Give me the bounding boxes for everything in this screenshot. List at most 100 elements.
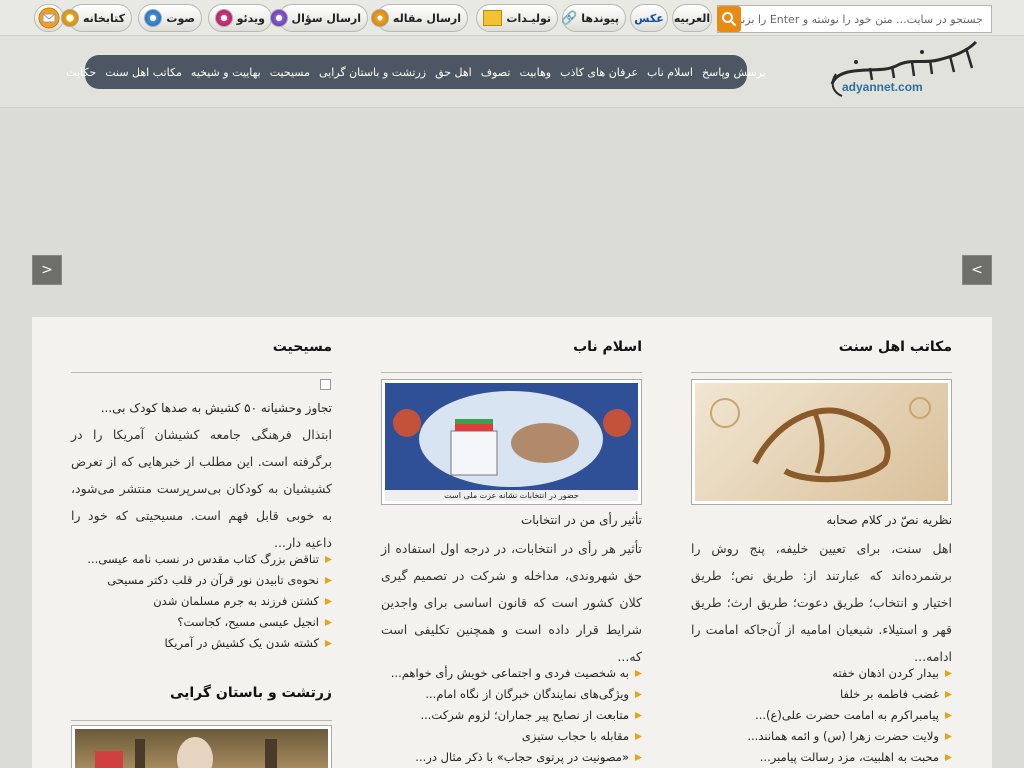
category-item[interactable]: پرسش وپاسخ xyxy=(702,66,766,79)
nav-arabic[interactable]: العربیه xyxy=(672,4,712,32)
calligraphy-image xyxy=(695,383,948,501)
column-title[interactable]: مسیحیت xyxy=(273,339,332,355)
ballot-box-icon xyxy=(385,383,638,501)
nav-send-article[interactable]: ارسال مقاله xyxy=(370,4,468,32)
nav-products[interactable]: تولیـدات xyxy=(476,4,558,32)
article-excerpt: ابتذال فرهنگی جامعه کشیشان آمریکا را در … xyxy=(71,427,332,550)
link-list: بیدار کردن اذهان خفته غضب فاطمه بر خلفا … xyxy=(691,663,952,768)
election-image: حضور در انتخابات نشانه عزت ملی است xyxy=(385,383,638,501)
column-pure-islam: اسلام ناب حضور در انتخابات نشانه عزت ملی… xyxy=(381,317,642,768)
column-title[interactable]: اسلام ناب xyxy=(573,339,642,355)
nav-video[interactable]: ویدئو xyxy=(208,4,272,32)
list-item[interactable]: ولایت حضرت زهرا (س) و ائمه همانند... xyxy=(691,726,952,747)
category-item[interactable]: مکاتب اهل سنت xyxy=(105,66,182,79)
bullet-icon xyxy=(945,691,952,698)
divider xyxy=(381,372,642,373)
bullet-icon xyxy=(945,670,952,677)
nav-photos[interactable]: عکس xyxy=(630,4,668,32)
bullet-icon xyxy=(325,577,332,584)
slider-next-button[interactable]: < xyxy=(962,255,992,285)
bullet-icon xyxy=(945,754,952,761)
audio-icon xyxy=(144,9,163,27)
category-item[interactable]: حکایت xyxy=(66,66,96,79)
list-item[interactable]: غضب فاطمه بر خلفا xyxy=(691,684,952,705)
list-item[interactable]: ویژگی‌های نمایندگان خبرگان از نگاه امام.… xyxy=(381,684,642,705)
video-icon xyxy=(214,9,233,27)
article-excerpt: اهل سنت، برای تعیین خلیفه، پنج روش را بر… xyxy=(691,541,952,664)
category-item[interactable]: اسلام ناب xyxy=(647,66,693,79)
ali-calligraphy-icon xyxy=(710,397,931,483)
list-item[interactable]: کشتن فرزند به جرم مسلمان شدن xyxy=(71,591,332,612)
search-icon xyxy=(722,12,737,27)
pen-icon xyxy=(370,9,389,27)
category-bar: پرسش وپاسخ اسلام ناب عرفان های کاذب وهاب… xyxy=(66,55,766,89)
article-title[interactable]: تأثیر رأی من در انتخابات xyxy=(521,513,642,527)
category-item[interactable]: عرفان های کاذب xyxy=(560,66,638,79)
bullet-icon xyxy=(325,619,332,626)
logo-text: adyannet.com xyxy=(842,80,923,94)
list-item[interactable]: نحوه‌ی تابیدن نور قرآن در قلب دکتر مسیحی xyxy=(71,570,332,591)
link-list: به شخصیت فردی و اجتماعی خویش رأی خواهم..… xyxy=(381,663,642,768)
zoroastrian-image xyxy=(75,729,328,768)
article-thumbnail[interactable]: حضور در انتخابات نشانه عزت ملی است xyxy=(381,379,642,505)
list-item[interactable]: کشته شدن یک کشیش در آمریکا xyxy=(71,633,332,654)
article-title[interactable]: تجاوز وحشیانه ۵۰ کشیش به صدها کودک بی... xyxy=(101,401,332,415)
list-item[interactable]: به شخصیت فردی و اجتماعی خویش رأی خواهم..… xyxy=(381,663,642,684)
list-item[interactable]: انجیل عیسی مسیح، کجاست؟ xyxy=(71,612,332,633)
top-bar: کتابخانه صوت ویدئو ارسال سؤال ارسال مقال… xyxy=(0,0,1024,36)
link-icon: 🔗 xyxy=(561,10,578,26)
list-item[interactable]: پیامبراکرم به امامت حضرت علی(ع)... xyxy=(691,705,952,726)
category-item[interactable]: بهاییت و شیخیه xyxy=(191,66,261,79)
category-item[interactable]: اهل حق xyxy=(435,66,472,79)
divider xyxy=(71,372,332,373)
nav-audio[interactable]: صوت xyxy=(138,4,202,32)
list-item[interactable]: تناقض بزرگ کتاب مقدس در نسب نامه عیسی... xyxy=(71,549,332,570)
bullet-icon xyxy=(945,712,952,719)
column-sunni-schools: مکاتب اهل سنت نظریه نصّ در کلام صحابه اه… xyxy=(691,317,952,768)
bullet-icon xyxy=(325,556,332,563)
box-icon xyxy=(483,10,503,26)
divider xyxy=(71,720,332,721)
bullet-icon xyxy=(325,640,332,647)
bullet-icon xyxy=(945,733,952,740)
list-item[interactable]: «مصونیت در پرتوی حجاب» با ذکر مثال در... xyxy=(381,747,642,768)
bullet-icon xyxy=(325,598,332,605)
bullet-icon xyxy=(635,754,642,761)
article-title[interactable]: نظریه نصّ در کلام صحابه xyxy=(826,513,952,527)
search-button[interactable] xyxy=(717,6,741,32)
category-item[interactable]: زرتشت و باستان گرایی xyxy=(319,66,426,79)
bullet-icon xyxy=(635,733,642,740)
contact-button[interactable] xyxy=(34,4,64,32)
bullet-icon xyxy=(635,670,642,677)
nav-links[interactable]: پیوندها 🔗 xyxy=(561,4,626,32)
image-slider xyxy=(0,108,1024,318)
column-title[interactable]: زرتشت و باستان گرایی xyxy=(170,685,332,701)
logo-calligraphy-icon xyxy=(830,40,978,97)
mail-icon xyxy=(38,7,60,29)
search-input[interactable]: جستجو در سایت... متن خود را نوشته و Ente… xyxy=(717,5,992,33)
bullet-icon xyxy=(635,691,642,698)
category-item[interactable]: وهابیت xyxy=(519,66,551,79)
broken-image-icon xyxy=(320,379,331,390)
article-thumbnail[interactable] xyxy=(71,725,332,768)
nav-library[interactable]: کتابخانه xyxy=(60,4,132,32)
slider-prev-button[interactable]: > xyxy=(32,255,62,285)
list-item[interactable]: محبت به اهلبیت، مزد رسالت پیامبر... xyxy=(691,747,952,768)
column-christianity: مسیحیت تجاوز وحشیانه ۵۰ کشیش به صدها کود… xyxy=(71,317,332,768)
book-icon xyxy=(60,9,79,27)
question-icon xyxy=(269,9,288,27)
site-logo[interactable]: adyannet.com xyxy=(826,38,986,104)
list-item[interactable]: مقابله با حجاب ستیزی xyxy=(381,726,642,747)
article-excerpt: تأثیر هر رأی در انتخابات، در درجه اول اس… xyxy=(381,541,642,664)
bullet-icon xyxy=(635,712,642,719)
category-item[interactable]: مسیحیت xyxy=(270,66,310,79)
article-thumbnail[interactable] xyxy=(691,379,952,505)
list-item[interactable]: بیدار کردن اذهان خفته xyxy=(691,663,952,684)
image-caption: حضور در انتخابات نشانه عزت ملی است xyxy=(385,490,638,501)
category-item[interactable]: تصوف xyxy=(481,66,511,79)
nav-send-question[interactable]: ارسال سؤال xyxy=(269,4,368,32)
person-photo-icon xyxy=(95,737,277,768)
divider xyxy=(691,372,952,373)
column-title[interactable]: مکاتب اهل سنت xyxy=(839,339,952,355)
list-item[interactable]: متابعت از نصایح پیر جماران؛ لزوم شرکت... xyxy=(381,705,642,726)
